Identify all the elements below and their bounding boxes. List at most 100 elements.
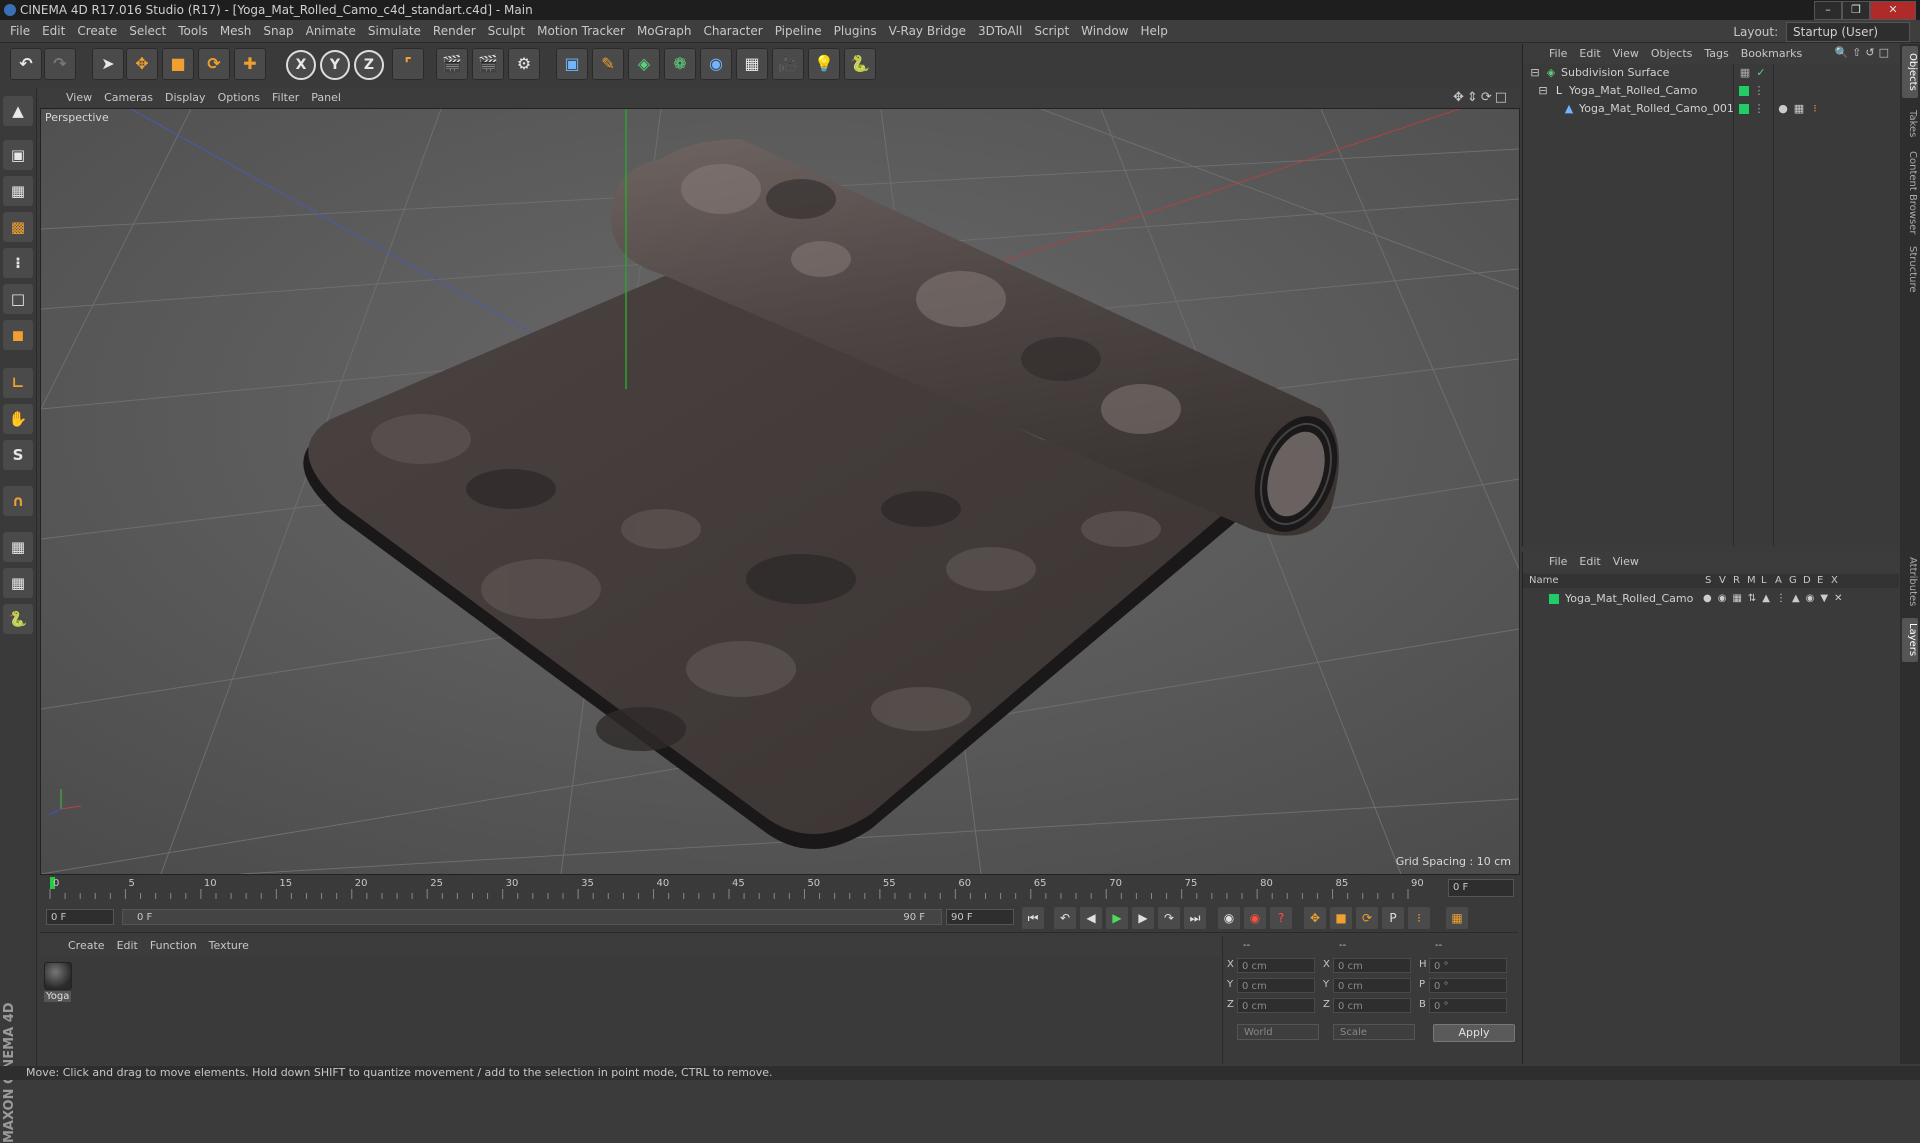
tab-layers[interactable]: Layers [1902,618,1918,662]
viewport-menu-options[interactable]: Options [212,88,266,108]
material-menu-function[interactable]: Function [144,936,203,956]
enabled-check-icon[interactable]: ✓ [1755,67,1767,79]
layer-column-x[interactable]: X [1831,574,1838,588]
rotation-key-icon[interactable]: ⟳ [1356,907,1378,929]
object-manager-search-icons[interactable]: 🔍⇧↺□ [1834,46,1893,59]
menu-mesh[interactable]: Mesh [214,20,258,42]
menu-3dtoall[interactable]: 3DToAll [972,20,1028,42]
tab-objects[interactable]: Objects [1902,46,1918,98]
object-menu-view[interactable]: View [1607,44,1645,64]
menu-tools[interactable]: Tools [172,20,214,42]
workplane-mode-icon[interactable]: ▩ [3,212,33,242]
viewport-menu-view[interactable]: View [60,88,98,108]
record-keys-icon[interactable]: ◉ [1218,907,1240,929]
uvw-tag-icon[interactable]: ▦ [1793,103,1805,115]
planar-workplane-icon[interactable]: ▦ [3,568,33,598]
perspective-viewport[interactable]: Perspective Grid Spacing : 10 cm [40,108,1520,875]
redo-icon[interactable]: ↷ [44,48,76,80]
scale-icon[interactable]: ■ [162,48,194,80]
menu-character[interactable]: Character [697,20,768,42]
python-icon[interactable]: 🐍 [844,48,876,80]
object-name[interactable]: Subdivision Surface [1561,64,1669,82]
keyframe-selection-icon[interactable]: ? [1270,907,1292,929]
axis-mode-icon[interactable]: ∟ [3,368,33,398]
next-frame-icon[interactable]: ▶ [1132,907,1154,929]
layer-column-v[interactable]: V [1719,574,1726,588]
tab-attributes[interactable]: Attributes [1902,552,1918,612]
render-view-icon[interactable]: 🎬 [436,48,468,80]
coord-value-field[interactable]: 0 cm [1333,978,1411,993]
maximize-button[interactable]: ❐ [1842,1,1870,20]
locked-workplane-icon[interactable]: ▦ [3,532,33,562]
layer-column-g[interactable]: G [1789,574,1797,588]
menu-edit[interactable]: Edit [36,20,71,42]
layer-row[interactable]: Yoga_Mat_Rolled_Camo ●◉▦⇅▲⋮▲◉▼✕ [1523,590,1899,608]
viewport-menu-cameras[interactable]: Cameras [98,88,159,108]
material-tag-icon[interactable]: ● [1777,103,1789,115]
layer-column-name[interactable]: Name [1529,574,1559,588]
light-icon[interactable]: 💡 [808,48,840,80]
layer-name[interactable]: Yoga_Mat_Rolled_Camo [1565,590,1693,608]
object-row[interactable]: ⊟ ◈ Subdivision Surface ▦ ✓ [1523,64,1899,82]
preview-range-slider[interactable]: 0 F 90 F [122,909,942,925]
tweak-mode-icon[interactable]: ✋ [3,404,33,434]
render-picture-viewer-icon[interactable]: 🎬 [472,48,504,80]
object-row[interactable]: ⊟ L Yoga_Mat_Rolled_Camo ⋮ [1523,82,1899,100]
x-axis-lock-icon[interactable]: X [286,50,316,80]
layer-color-icon[interactable] [1549,594,1559,604]
layer-column-l[interactable]: L [1761,574,1767,588]
layer-column-a[interactable]: A [1775,574,1782,588]
points-mode-icon[interactable]: ⁝ [3,248,33,278]
visibility-dots-icon[interactable]: ⋮ [1753,103,1765,115]
expand-toggle-icon[interactable]: ⊟ [1537,85,1549,97]
y-axis-lock-icon[interactable]: Y [320,50,350,80]
layer-column-m[interactable]: M [1747,574,1756,588]
render-settings-icon[interactable]: ⚙ [508,48,540,80]
coordinate-system-icon[interactable]: ⌜ [392,48,424,80]
z-axis-lock-icon[interactable]: Z [354,50,384,80]
layer-color-icon[interactable] [1739,86,1749,96]
pen-spline-icon[interactable]: ✎ [592,48,624,80]
object-menu-tags[interactable]: Tags [1698,44,1734,64]
previous-key-icon[interactable]: ↶ [1054,907,1076,929]
previous-frame-icon[interactable]: ◀ [1080,907,1102,929]
rotate-icon[interactable]: ⟳ [198,48,230,80]
menu-window[interactable]: Window [1075,20,1134,42]
object-menu-file[interactable]: File [1543,44,1573,64]
coord-value-field[interactable]: 0 ° [1429,978,1507,993]
coord-value-field[interactable]: 0 ° [1429,998,1507,1013]
apply-button[interactable]: Apply [1433,1024,1515,1042]
cube-primitive-icon[interactable]: ▣ [556,48,588,80]
material-name[interactable]: Yoga [44,991,71,1002]
menu-plugins[interactable]: Plugins [828,20,883,42]
coord-value-field[interactable]: 0 cm [1237,958,1315,973]
visibility-dots-icon[interactable]: ⋮ [1753,85,1765,97]
autokey-icon[interactable]: ◉ [1244,907,1266,929]
phong-tag-icon[interactable]: ⁝ [1809,103,1821,115]
display-toggle-icon[interactable]: ▦ [1739,67,1751,79]
play-icon[interactable]: ▶ [1106,907,1128,929]
edges-mode-icon[interactable]: □ [3,284,33,314]
coord-value-field[interactable]: 0 cm [1237,998,1315,1013]
polygons-mode-icon[interactable]: ◼ [3,320,33,350]
menu-file[interactable]: File [4,20,36,42]
end-frame-field[interactable]: 90 F [946,909,1014,925]
coordinate-space-dropdown[interactable]: World [1237,1024,1319,1040]
transform-mode-dropdown[interactable]: Scale [1333,1024,1415,1040]
minimize-button[interactable]: – [1814,1,1842,20]
scale-key-icon[interactable]: ■ [1330,907,1352,929]
tab-content-browser[interactable]: Content Browser [1902,150,1918,236]
layer-toggle-icons[interactable]: ●◉▦⇅▲⋮▲◉▼✕ [1703,590,1848,608]
object-menu-edit[interactable]: Edit [1573,44,1606,64]
texture-mode-icon[interactable]: ▦ [3,176,33,206]
tab-structure[interactable]: Structure [1902,242,1918,296]
go-to-end-icon[interactable]: ⏭ [1184,907,1206,929]
menu-script[interactable]: Script [1028,20,1075,42]
layer-menu-edit[interactable]: Edit [1573,552,1606,572]
object-row[interactable]: ▲ Yoga_Mat_Rolled_Camo_001 ⋮ ● ▦ ⁝ [1523,100,1899,118]
menu-render[interactable]: Render [427,20,482,42]
select-arrow-icon[interactable]: ➤ [92,48,124,80]
layout-selector[interactable]: Layout: Startup (User) [1733,22,1910,42]
magnet-icon[interactable]: ∩ [3,486,33,516]
floor-icon[interactable]: ▦ [736,48,768,80]
